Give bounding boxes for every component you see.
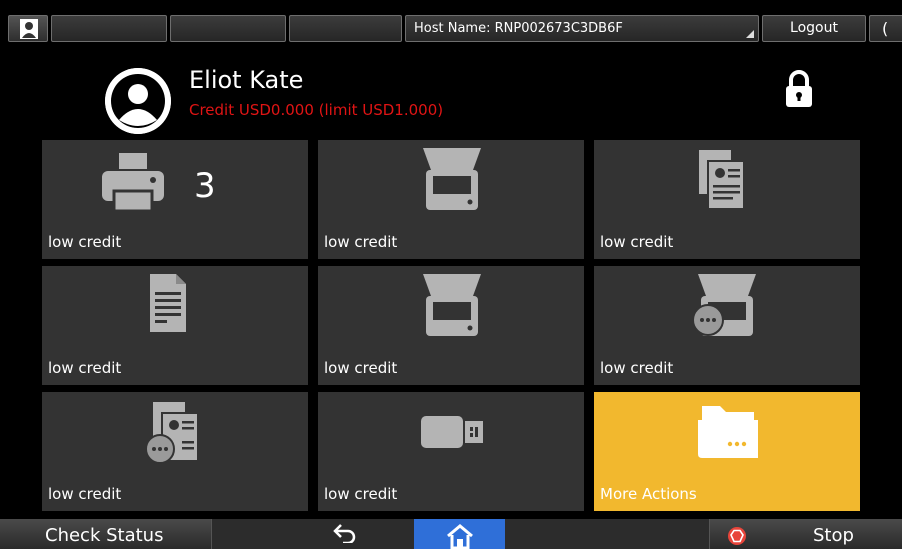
user-icon <box>20 19 38 39</box>
status-slot-3 <box>289 15 402 42</box>
back-arrow-icon[interactable] <box>333 523 357 543</box>
tile-label: low credit <box>324 233 398 251</box>
tile-document[interactable]: low credit <box>42 266 308 385</box>
tile-label: low credit <box>324 485 398 503</box>
stop-label: Stop <box>813 525 854 546</box>
tile-label: low credit <box>324 359 398 377</box>
document-icon <box>150 274 186 332</box>
scanner-icon <box>423 274 481 336</box>
scanner-icon <box>423 148 481 210</box>
resize-corner-icon <box>746 30 754 38</box>
tile-scan-2[interactable]: low credit <box>318 266 584 385</box>
tile-scan[interactable]: low credit <box>318 140 584 259</box>
bottom-bar: Check Status Stop <box>0 519 902 549</box>
tile-usb[interactable]: low credit <box>318 392 584 511</box>
status-slot-1 <box>51 15 167 42</box>
copy-to-network-icon <box>146 401 199 464</box>
sleep-button[interactable]: ( <box>869 15 902 42</box>
lock-icon[interactable] <box>785 70 813 108</box>
credit-status: Credit USD0.000 (limit USD1.000) <box>189 101 444 119</box>
avatar <box>105 68 171 134</box>
scan-to-network-icon <box>694 274 756 336</box>
tile-more-actions[interactable]: More Actions <box>594 392 860 511</box>
copy-icon <box>698 149 745 210</box>
host-name-field[interactable]: Host Name: RNP002673C3DB6F <box>405 15 759 42</box>
logout-button[interactable]: Logout <box>762 15 866 42</box>
top-status-bar: Host Name: RNP002673C3DB6F Logout ( <box>0 0 902 46</box>
printer-panel-screen: Host Name: RNP002673C3DB6F Logout ( Elio… <box>0 0 902 549</box>
tile-label: low credit <box>48 233 122 251</box>
home-button[interactable] <box>414 519 505 549</box>
host-name-text: Host Name: RNP002673C3DB6F <box>414 21 623 36</box>
home-icon <box>447 524 473 549</box>
stop-button[interactable]: Stop <box>709 519 902 549</box>
tile-label: low credit <box>600 233 674 251</box>
tile-scan-to-network[interactable]: low credit <box>594 266 860 385</box>
tile-copy-to-network[interactable]: low credit <box>42 392 308 511</box>
tile-label: low credit <box>600 359 674 377</box>
usb-icon <box>421 416 483 448</box>
tile-print[interactable]: 3 low credit <box>42 140 308 259</box>
tile-copy[interactable]: low credit <box>594 140 860 259</box>
check-status-button[interactable]: Check Status <box>0 519 212 549</box>
tile-label: low credit <box>48 485 122 503</box>
printer-icon <box>102 153 164 211</box>
folder-more-icon <box>698 406 758 458</box>
print-job-count: 3 <box>194 166 216 206</box>
user-button[interactable] <box>8 15 48 42</box>
tile-label: low credit <box>48 359 122 377</box>
tile-label: More Actions <box>600 485 697 503</box>
moon-icon: ( <box>882 19 889 38</box>
person-icon <box>105 68 171 134</box>
status-slot-2 <box>170 15 286 42</box>
stop-icon <box>728 527 746 545</box>
user-name: Eliot Kate <box>189 66 304 94</box>
